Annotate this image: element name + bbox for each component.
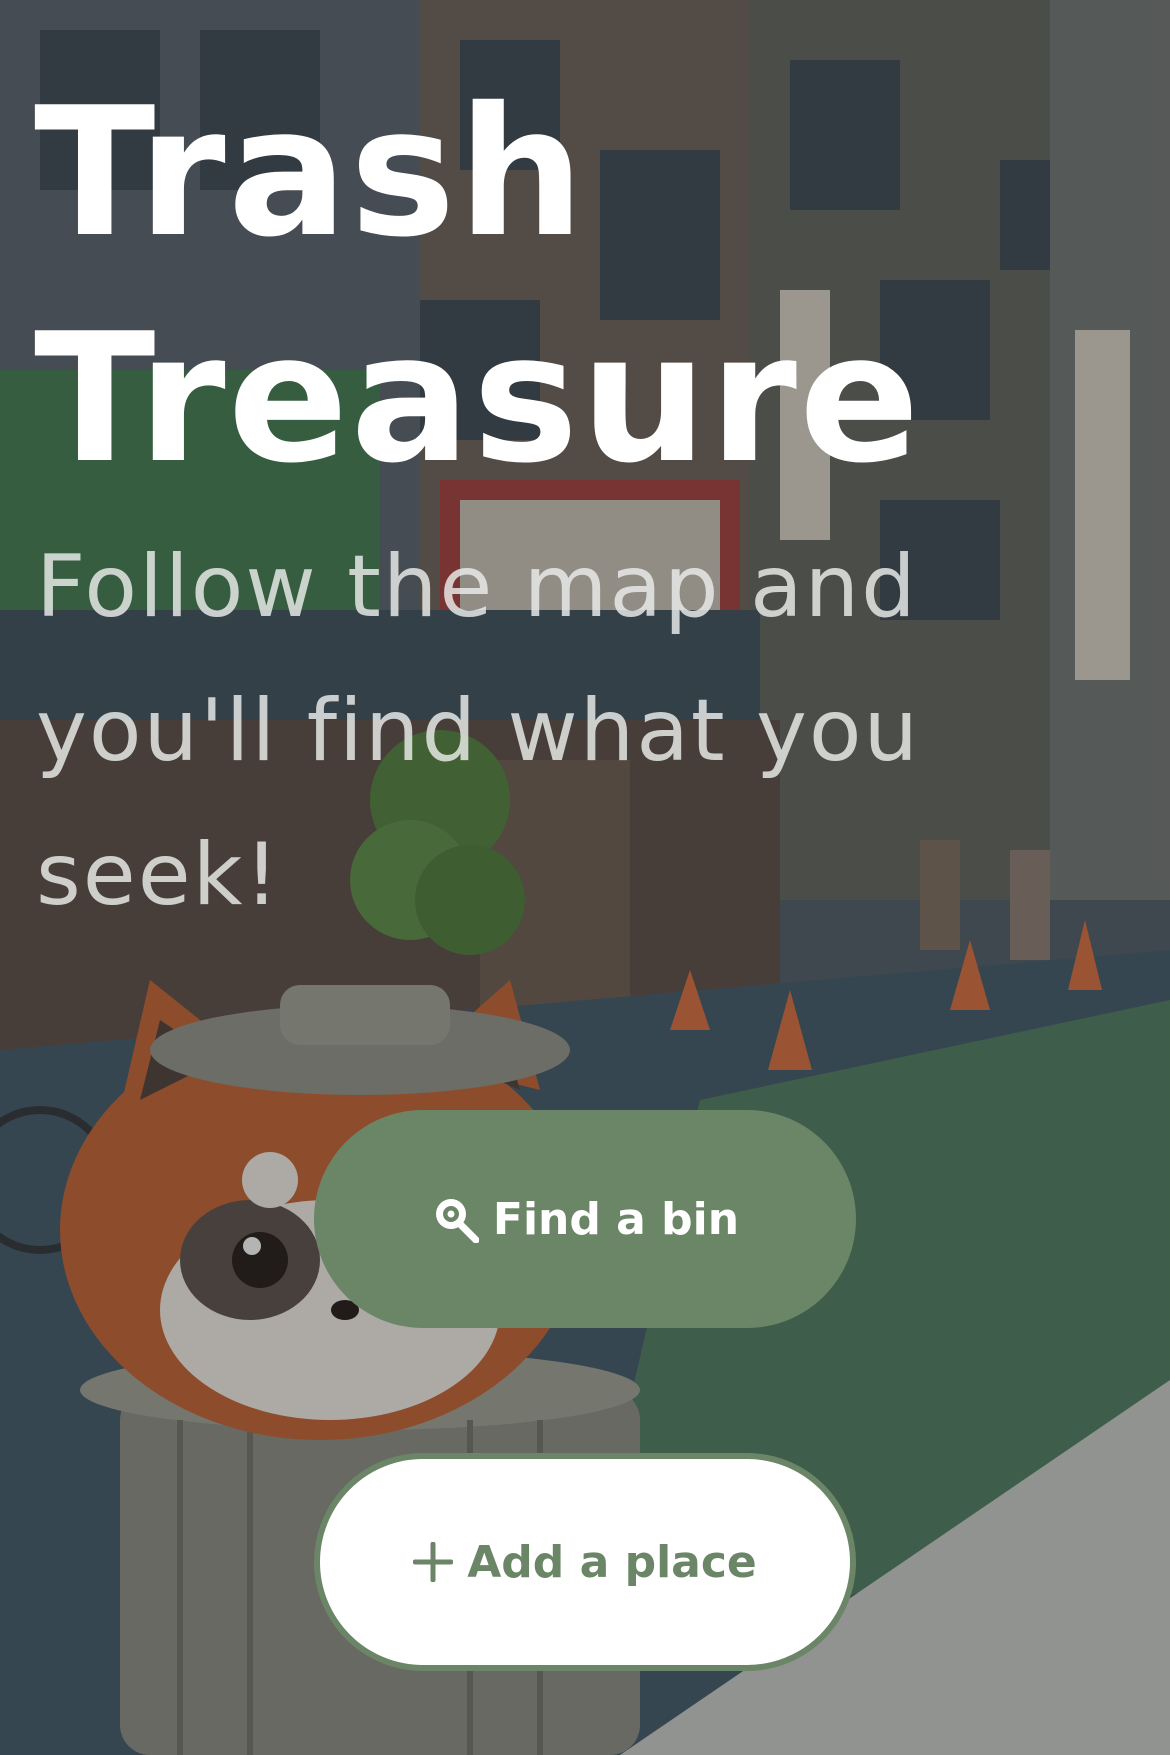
tagline: Follow the map and you'll find what you … — [36, 537, 921, 925]
landing-screen: Trash Treasure Follow the map and you'll… — [0, 0, 1170, 1755]
plus-icon — [413, 1542, 454, 1582]
location-search-icon — [431, 1195, 479, 1243]
find-bin-label: Find a bin — [492, 1193, 740, 1245]
app-title-line2: Treasure — [34, 295, 922, 502]
add-place-button[interactable]: Add a place — [314, 1453, 856, 1671]
add-place-label: Add a place — [467, 1536, 757, 1588]
find-bin-button[interactable]: Find a bin — [314, 1110, 856, 1328]
app-title-line1: Trash — [34, 69, 587, 276]
app-title: Trash Treasure — [34, 60, 1034, 512]
